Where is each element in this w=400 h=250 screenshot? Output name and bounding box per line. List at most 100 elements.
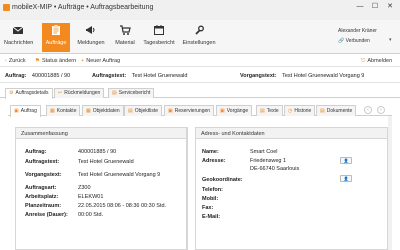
address-label: Adresse: [202, 158, 226, 164]
order-text-info: Auftragstext: Test Hotel Gruenewald [92, 73, 187, 79]
wrench-icon [195, 25, 204, 35]
report-icon: ▤ [112, 90, 117, 96]
title-bar: mobileX-MIP • Aufträge • Auftragsbearbei… [0, 0, 400, 20]
text-icon: ▤ [260, 108, 265, 114]
ribbon-meldungen[interactable]: Meldungen [76, 23, 106, 52]
map-button[interactable]: 👤 [340, 175, 352, 182]
name-label: Name: [202, 149, 219, 155]
document-icon: ▤ [320, 108, 325, 114]
tab-servicebericht[interactable]: ▤ Servicebericht [108, 88, 155, 98]
order-info: Auftrag: 400001885 / 90 [5, 73, 70, 79]
ribbon-material[interactable]: Material [112, 23, 138, 52]
new-order-button[interactable]: + Neuer Auftrag [81, 58, 120, 64]
ribbon-label: Einstellungen [182, 40, 216, 46]
address-heading: Adress- und Kontaktdaten [196, 128, 387, 139]
process-icon: ▣ [220, 108, 225, 114]
address-line1: Friedensweg 1 [250, 158, 287, 164]
order-info-bar: Auftrag: 400001885 / 90 Auftragstext: Te… [0, 69, 400, 83]
tab-reservierungen[interactable]: ▣ Reservierungen [164, 105, 215, 116]
process-text-value: Test Hotel Gruenewald Vorgang 9 [282, 73, 365, 79]
summary-label: Auftragsart: [25, 185, 57, 191]
summary-value: Test Hotel Gruenewald Vorgang 9 [78, 172, 161, 178]
tab-texte[interactable]: ▤ Texte [256, 105, 283, 116]
minimize-button[interactable]: — [355, 3, 365, 11]
ribbon-nachrichten[interactable]: Nachrichten [4, 23, 34, 52]
ribbon-tagesbericht[interactable]: Tagesbericht [142, 23, 176, 52]
plus-icon: + [81, 58, 85, 64]
gear-icon: ⚙ [9, 90, 14, 96]
change-status-label: Status ändern [41, 58, 77, 64]
address-line2: DE-66740 Saarlouis [250, 166, 300, 172]
ribbon-auftraege[interactable]: Aufträge [42, 23, 70, 52]
action-toolbar: ‹ Zurück ⚑ Status ändern + Neuer Auftrag ⎋ A… [0, 55, 400, 67]
megaphone-icon [86, 26, 95, 34]
address-card-button[interactable]: 👤 [340, 157, 352, 164]
tab-objektdaten[interactable]: ▦ Objektdaten [82, 105, 124, 116]
shopping-cart-icon [120, 25, 131, 35]
scrollbar[interactable] [388, 116, 392, 250]
clipboard-icon: ▣ [14, 108, 19, 114]
email-label: E-Mail: [202, 214, 221, 220]
summary-label: Anreise (Dauer): [25, 212, 68, 218]
list-icon: ▤ [128, 108, 133, 114]
history-icon: ◷ [288, 108, 293, 114]
flag-icon: ⚑ [35, 58, 40, 64]
tab-auftragsdetails[interactable]: ⚙ Auftragsdetails [5, 88, 53, 99]
logout-icon: ⎋ [361, 58, 366, 64]
reply-icon: ↩ [58, 90, 63, 96]
order-text-label: Auftragstext: [92, 73, 127, 79]
ribbon-label: Nachrichten [4, 40, 34, 46]
clipboard-icon [52, 24, 60, 35]
tab-prev-button[interactable]: ‹ [364, 106, 372, 114]
tab-label: Kontakte [56, 108, 77, 114]
calendar-icon [154, 25, 164, 35]
tab-kontakte[interactable]: ▦ Kontakte [46, 105, 81, 116]
close-button[interactable]: ✕ [385, 3, 395, 11]
chevron-down-icon: ▾ [389, 37, 392, 43]
tab-vorgaenge[interactable]: ▣ Vorgänge [216, 105, 253, 116]
tab-next-button[interactable]: › [377, 106, 385, 114]
logout-button[interactable]: ⎋ Abmelden [361, 58, 392, 65]
tab-label: Historie [294, 108, 312, 114]
tab-label: Vorgänge [226, 108, 249, 114]
tab-label: Objektdaten [92, 108, 120, 114]
arrow-left-icon: ‹ [5, 58, 7, 64]
new-order-label: Neuer Auftrag [86, 58, 121, 64]
mobile-label: Mobil: [202, 196, 219, 202]
summary-label: Arbeitsplatz: [25, 194, 59, 200]
back-label: Zurück [8, 58, 26, 64]
tab-auftrag[interactable]: ▣ Auftrag [10, 105, 41, 117]
tab-label: Dokumente [326, 108, 353, 114]
app-logo-icon [3, 4, 10, 11]
ribbon-label: Meldungen [77, 40, 105, 46]
phone-label: Telefon: [202, 187, 223, 193]
tab-historie[interactable]: ◷ Historie [284, 105, 316, 116]
tab-rueckmeldungen[interactable]: ↩ Rückmeldungen [54, 88, 105, 98]
ribbon: Nachrichten Aufträge Meldungen Material [0, 20, 400, 54]
summary-label: Auftragstext: [25, 159, 60, 165]
summary-label: Auftrag: [25, 149, 47, 155]
maximize-button[interactable]: ☐ [370, 3, 380, 11]
summary-value: 22.05.2015 08:06 - 08:36 00:30 Std. [78, 203, 167, 209]
order-label: Auftrag: [5, 73, 27, 79]
ribbon-label: Aufträge [45, 40, 67, 46]
cart-icon: ▣ [168, 108, 173, 114]
contact-icon: ▦ [50, 108, 55, 114]
summary-value: Test Hotel Gruenewald [78, 159, 134, 165]
envelope-icon [12, 26, 24, 34]
order-text-value: Test Hotel Gruenewald [131, 73, 188, 79]
connection-icon: 🔗 [338, 38, 345, 44]
tab-label: Auftragsdetails [15, 90, 49, 96]
tab-objektliste[interactable]: ▤ Objektliste [124, 105, 163, 116]
tab-label: Reservierungen [174, 108, 211, 114]
tab-dokumente[interactable]: ▤ Dokumente [316, 105, 357, 116]
summary-label: Vorgangstext: [25, 172, 62, 178]
change-status-button[interactable]: ⚑ Status ändern [35, 58, 76, 64]
geo-label: Geokoordinate: [202, 177, 243, 183]
ribbon-einstellungen[interactable]: Einstellungen [180, 23, 218, 52]
summary-label: Planzeitraum: [25, 203, 62, 209]
back-button[interactable]: ‹ Zurück [5, 58, 26, 64]
tab-label: Auftrag [20, 108, 37, 114]
user-menu[interactable]: Alexander Kräner 🔗 Verbunden ▾ [336, 22, 398, 50]
summary-panel: Zusammenfassung Auftrag: 400001885 / 90 … [15, 127, 187, 250]
